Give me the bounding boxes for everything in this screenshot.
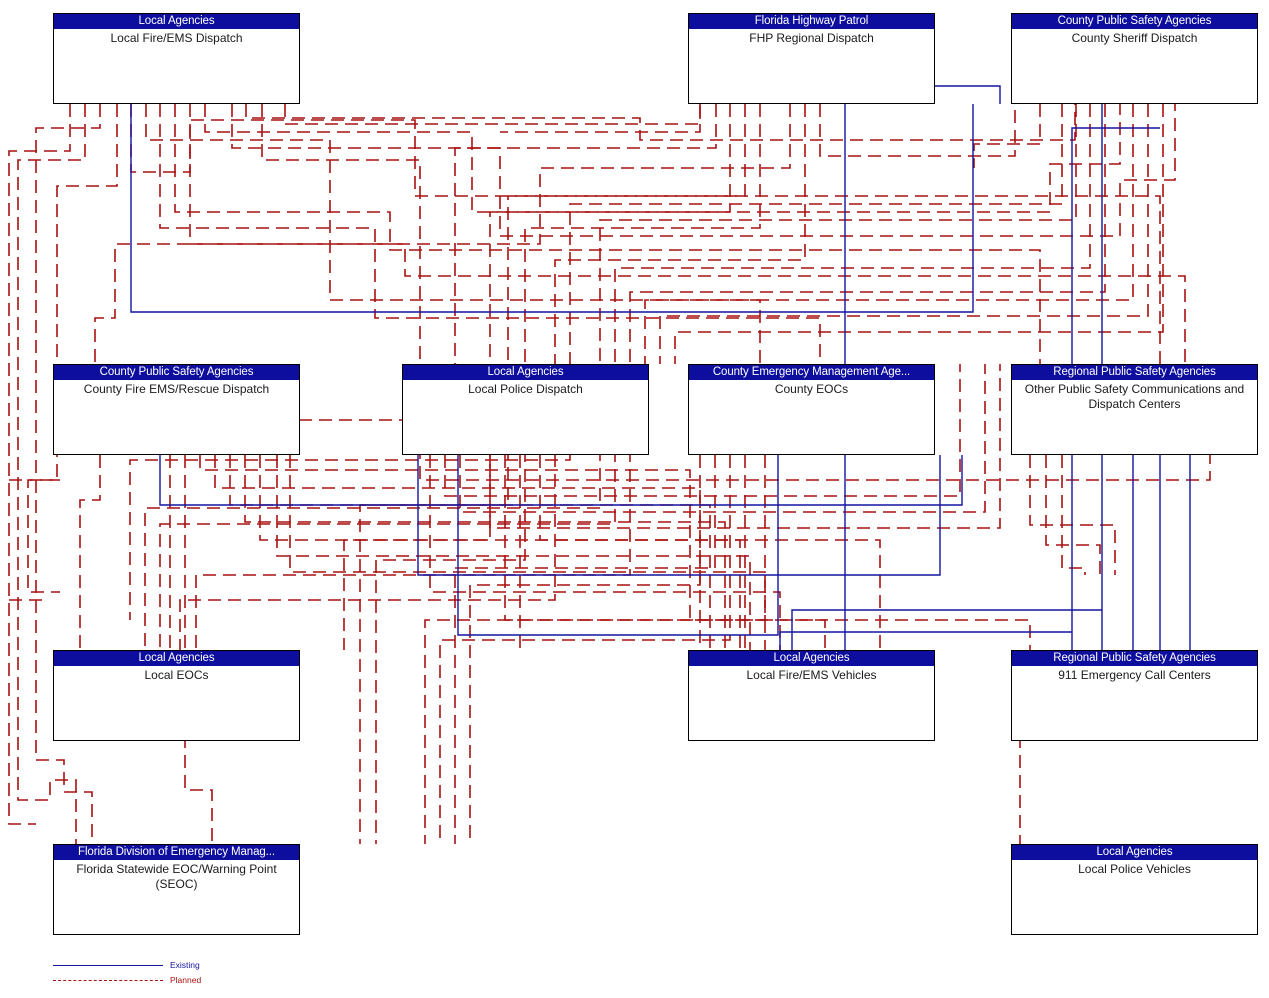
node-element-label: Local Fire/EMS Vehicles	[746, 668, 877, 682]
node-local-fire-ems-dispatch[interactable]: Local Agencies Local Fire/EMS Dispatch	[53, 13, 300, 104]
planned-flow-3	[27, 104, 118, 593]
planned-flow-19	[94, 104, 791, 364]
node-stakeholder-label: Regional Public Safety Agencies	[1012, 651, 1257, 666]
node-stakeholder-label: Local Agencies	[54, 651, 299, 666]
node-element-label: County EOCs	[774, 382, 849, 396]
node-fhp-regional-dispatch[interactable]: Florida Highway Patrol FHP Regional Dispa…	[688, 13, 935, 104]
node-local-fire-ems-vehicles[interactable]: Local Agencies Local Fire/EMS Vehicles	[688, 650, 935, 741]
legend: Existing Planned	[53, 958, 273, 992]
node-element-label: Other Public Safety Communications and D…	[1024, 382, 1245, 411]
node-stakeholder-label: Florida Division of Emergency Manag...	[54, 845, 299, 860]
node-element-label: FHP Regional Dispatch	[749, 31, 874, 45]
legend-label-planned: Planned	[170, 975, 202, 985]
planned-flow-5	[145, 104, 761, 364]
legend-row-planned: Planned	[53, 973, 273, 988]
node-element-label: Local EOCs	[144, 668, 209, 682]
node-county-sheriff-dispatch[interactable]: County Public Safety Agencies County Sher…	[1011, 13, 1258, 104]
existing-flow-11	[1071, 127, 1160, 530]
planned-flow-28	[659, 104, 1149, 364]
legend-row-existing: Existing	[53, 958, 273, 973]
existing-flow-0	[130, 104, 974, 313]
planned-flow-7	[174, 104, 1041, 364]
node-stakeholder-label: County Emergency Management Age...	[689, 365, 934, 380]
node-stakeholder-label: County Public Safety Agencies	[54, 365, 299, 380]
planned-flow-13	[284, 104, 701, 125]
planned-flow-54	[1061, 455, 1086, 575]
planned-flow-11	[245, 104, 1076, 141]
node-stakeholder-label: Local Agencies	[689, 651, 934, 666]
planned-flow-49	[439, 455, 731, 844]
planned-flow-53	[1045, 455, 1101, 575]
node-element-label: County Sheriff Dispatch	[1071, 31, 1198, 45]
node-911-emergency-call-centers[interactable]: Regional Public Safety Agencies 911 Emerg…	[1011, 650, 1258, 741]
node-stakeholder-label: Local Agencies	[403, 365, 648, 380]
architecture-diagram: Local Agencies Local Fire/EMS Dispatch Flo…	[0, 0, 1269, 998]
planned-flow-23	[129, 104, 1063, 620]
node-stakeholder-label: County Public Safety Agencies	[1012, 14, 1257, 29]
legend-line-planned	[53, 980, 163, 981]
node-county-fire-ems-rescue-dispatch[interactable]: County Public Safety Agencies County Fire…	[53, 364, 300, 455]
node-element-label: Local Fire/EMS Dispatch	[110, 31, 243, 45]
planned-flow-22	[973, 104, 1041, 168]
node-other-public-safety-comms-dispatch-centers[interactable]: Regional Public Safety Agencies Other Pub…	[1011, 364, 1258, 455]
node-stakeholder-label: Regional Public Safety Agencies	[1012, 365, 1257, 380]
planned-flow-48	[454, 455, 716, 844]
node-local-eocs[interactable]: Local Agencies Local EOCs	[53, 650, 300, 741]
node-element-label: 911 Emergency Call Centers	[1058, 668, 1211, 682]
planned-flow-27	[644, 104, 1134, 364]
existing-flow-12	[779, 631, 1072, 650]
legend-line-existing	[53, 965, 163, 966]
node-element-label: Local Police Vehicles	[1078, 862, 1191, 876]
node-local-police-dispatch[interactable]: Local Agencies Local Police Dispatch	[402, 364, 649, 455]
existing-flow-13	[791, 609, 1102, 650]
planned-flow-8	[189, 104, 1186, 364]
node-stakeholder-label: Local Agencies	[1012, 845, 1257, 860]
planned-flow-21	[819, 104, 1016, 157]
node-stakeholder-label: Local Agencies	[54, 14, 299, 29]
planned-flow-47	[469, 455, 701, 844]
node-element-label: County Fire EMS/Rescue Dispatch	[83, 382, 270, 396]
legend-label-existing: Existing	[170, 960, 200, 970]
node-element-label: Florida Statewide EOC/Warning Point (SEO…	[76, 862, 277, 891]
node-florida-statewide-eoc-warning-point[interactable]: Florida Division of Emergency Manag... Fl…	[53, 844, 300, 935]
node-element-label: Local Police Dispatch	[468, 382, 583, 396]
node-stakeholder-label: Florida Highway Patrol	[689, 14, 934, 29]
planned-flow-26	[195, 104, 1106, 650]
node-county-eocs[interactable]: County Emergency Management Age... County…	[688, 364, 935, 455]
node-local-police-vehicles[interactable]: Local Agencies Local Police Vehicles	[1011, 844, 1258, 935]
